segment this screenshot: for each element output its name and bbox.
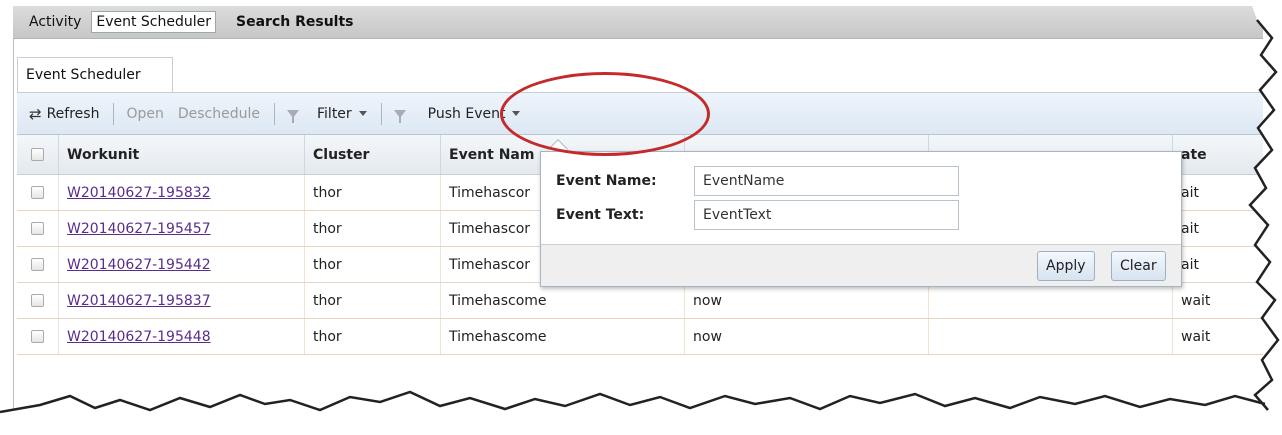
row-select-cell	[17, 319, 59, 354]
workunit-link[interactable]: W20140627-195837	[67, 293, 211, 309]
tab-event-scheduler[interactable]: Event Scheduler	[91, 11, 217, 33]
push-event-popup: Event Name: Event Text: Apply Clear	[540, 151, 1182, 287]
row-select-cell	[17, 175, 59, 210]
refresh-label: Refresh	[46, 105, 100, 122]
row-select-cell	[17, 211, 59, 246]
open-label: Open	[126, 105, 164, 122]
cluster-cell: thor	[305, 175, 441, 210]
table-row[interactable]: W20140627-195837 thor Timehascome now wa…	[17, 283, 1263, 319]
header-state[interactable]: ate	[1173, 135, 1263, 174]
event-text-cell: now	[685, 319, 929, 354]
workunit-cell: W20140627-195448	[59, 319, 305, 354]
state-cell: ait	[1181, 256, 1199, 273]
event-name-label: Event Name:	[556, 173, 657, 189]
event-name-row: Event Name:	[556, 166, 959, 196]
tab-search-results[interactable]: Search Results	[232, 11, 357, 33]
row-checkbox[interactable]	[31, 330, 44, 343]
blank-cell	[929, 283, 1173, 318]
event-text-row: Event Text:	[556, 200, 959, 230]
event-text-input[interactable]	[694, 200, 959, 230]
row-checkbox[interactable]	[31, 294, 44, 307]
toolbar-separator	[380, 102, 382, 125]
state-cell: wait	[1181, 328, 1211, 345]
apply-button[interactable]: Apply	[1037, 251, 1095, 281]
cluster-cell: thor	[305, 211, 441, 246]
refresh-icon: ⇄	[29, 104, 42, 123]
deschedule-label: Deschedule	[177, 105, 260, 122]
toolbar-separator	[274, 102, 275, 125]
push-event-label: Push Event	[427, 105, 506, 122]
state-cell: ait	[1181, 184, 1199, 201]
workunit-cell: W20140627-195832	[59, 175, 305, 210]
cluster-cell: thor	[305, 319, 441, 354]
workunit-link[interactable]: W20140627-195442	[67, 257, 211, 273]
event-name-cell: Timehascome	[441, 283, 685, 318]
header-workunit[interactable]: Workunit	[59, 135, 305, 174]
select-all-checkbox[interactable]	[31, 148, 44, 161]
push-event-dropdown[interactable]: Push Event	[428, 106, 521, 122]
state-cell: wait	[1181, 292, 1211, 309]
row-checkbox[interactable]	[31, 222, 44, 235]
tab-activity[interactable]: Activity	[25, 11, 85, 33]
clear-button[interactable]: Clear	[1111, 251, 1166, 281]
event-text-cell: now	[685, 283, 929, 318]
event-name-cell: Timehascome	[441, 319, 685, 354]
workunit-cell: W20140627-195457	[59, 211, 305, 246]
push-filter-icon	[393, 109, 406, 123]
event-text-label: Event Text:	[556, 207, 645, 223]
app-window: Activity Event Scheduler Search Results …	[0, 0, 1282, 435]
open-button[interactable]: Open	[126, 106, 163, 122]
deschedule-button[interactable]: Deschedule	[178, 106, 260, 122]
chevron-down-icon	[358, 111, 367, 116]
cluster-cell: thor	[305, 283, 441, 318]
toolbar: ⇄ Refresh Open Deschedule Filter Push Ev…	[17, 92, 1263, 135]
chevron-down-icon	[512, 111, 521, 116]
state-cell: ait	[1181, 220, 1199, 237]
filter-dropdown[interactable]: Filter	[317, 106, 367, 122]
table-row[interactable]: W20140627-195448 thor Timehascome now wa…	[17, 319, 1263, 355]
popup-footer: Apply Clear	[541, 244, 1181, 286]
row-select-cell	[17, 283, 59, 318]
workunit-link[interactable]: W20140627-195457	[67, 221, 211, 237]
refresh-button[interactable]: ⇄ Refresh	[29, 105, 99, 123]
blank-cell	[929, 319, 1173, 354]
row-checkbox[interactable]	[31, 186, 44, 199]
cluster-cell: thor	[305, 247, 441, 282]
header-cluster[interactable]: Cluster	[305, 135, 441, 174]
event-name-input[interactable]	[694, 166, 959, 196]
workunit-link[interactable]: W20140627-195832	[67, 185, 211, 201]
workunit-link[interactable]: W20140627-195448	[67, 329, 211, 345]
filter-label: Filter	[317, 105, 352, 122]
row-checkbox[interactable]	[31, 258, 44, 271]
top-tab-bar: Activity Event Scheduler Search Results	[13, 6, 1263, 39]
workunit-cell: W20140627-195442	[59, 247, 305, 282]
subtab-event-scheduler[interactable]: Event Scheduler	[17, 57, 173, 92]
select-all-cell	[17, 135, 59, 174]
toolbar-separator	[113, 102, 115, 125]
workunit-cell: W20140627-195837	[59, 283, 305, 318]
row-select-cell	[17, 247, 59, 282]
filter-icon	[287, 109, 299, 123]
